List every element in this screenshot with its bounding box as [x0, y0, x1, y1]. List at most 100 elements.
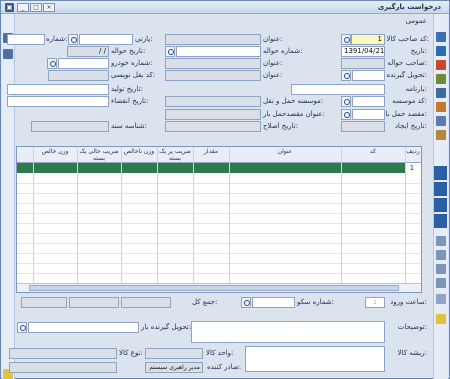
extra-readonly-field	[9, 362, 117, 373]
close-button[interactable]: ×	[43, 3, 55, 12]
new-record-icon[interactable]	[436, 32, 446, 42]
vahed-kala-label: واحد کالا:	[206, 349, 234, 357]
tarikh-ijad-label: تاریخ ایجاد:	[394, 122, 427, 130]
moasseseh-haml-field	[165, 96, 261, 107]
refresh-icon[interactable]	[436, 116, 446, 126]
items-grid[interactable]: ردیف کد عنوان مقدار ضریب پر یک بسته وزن …	[16, 146, 422, 293]
col-zarib-por[interactable]: ضریب پر یک بسته	[157, 148, 193, 162]
col-zarib-khali[interactable]: ضریب خالی یک بسته	[77, 148, 121, 162]
scrollbar-thumb[interactable]	[29, 285, 399, 291]
tarikh-tolid-field[interactable]	[7, 84, 109, 95]
maqsad-haml-lookup-icon[interactable]	[341, 109, 351, 120]
shomareh-khodro-field[interactable]	[58, 58, 109, 69]
col-meqdar[interactable]: مقدار	[193, 148, 229, 155]
settings-icon[interactable]	[436, 294, 446, 304]
code-baqal-nevisi-label: کد بقل نویسی:	[111, 71, 156, 79]
left-toolbar	[2, 14, 15, 379]
code-sahebkala-label: کد صاحب کالا:	[386, 35, 429, 43]
onvan3-field	[165, 70, 261, 81]
previous-record-icon[interactable]	[434, 182, 447, 196]
barnameh-label: بارنامه:	[405, 85, 427, 93]
tahvil-girandeh-lookup-icon[interactable]	[341, 70, 351, 81]
saat-vorood-label: ساعت ورود:	[390, 298, 427, 306]
tarikh-tolid-label: تاریخ تولید:	[111, 85, 143, 93]
tarikh-eslah-field	[165, 121, 261, 132]
onvan2-field	[165, 58, 261, 69]
shomareh-havaleh-lookup-icon[interactable]	[165, 46, 175, 57]
shomareh-khodro-label: شماره خودرو:	[111, 59, 153, 67]
onvan2-label: عنوان:	[263, 59, 283, 67]
request-window: ▣ _ □ × درخواست بارگیری عمومی کد صاحب کا…	[0, 0, 450, 379]
maqsad-haml-field[interactable]	[352, 109, 385, 120]
col-code[interactable]: کد	[341, 148, 405, 155]
grid-horizontal-scrollbar[interactable]	[17, 283, 421, 292]
right-toolbar	[433, 14, 448, 379]
tahvil-girandeh-bar-label: تحویل گیرنده بار:	[141, 323, 192, 331]
col-radif[interactable]: ردیف	[405, 148, 421, 155]
tozihat-textarea[interactable]	[191, 321, 385, 343]
window-title: درخواست بارگیری	[377, 3, 441, 11]
risheh-kala-label: ریشه کالا:	[397, 349, 427, 357]
shomareh-label: شماره:	[46, 35, 68, 43]
vahed-kala-field	[145, 348, 203, 359]
tahvil-girandeh-bar-lookup-icon[interactable]	[17, 322, 27, 333]
sader-konandeh-field: مدیر راهبری سیستم	[145, 362, 203, 373]
filter-icon[interactable]	[436, 278, 446, 288]
onvan-maqsad-field	[165, 109, 261, 120]
last-record-icon[interactable]	[434, 214, 447, 228]
selected-row[interactable]	[17, 163, 405, 173]
shomareh-sakoo-field[interactable]	[252, 297, 295, 308]
next-record-icon[interactable]	[434, 198, 447, 212]
col-onvan[interactable]: عنوان	[229, 148, 341, 155]
shomareh-havaleh-field[interactable]	[176, 46, 261, 57]
maximize-button[interactable]: □	[30, 3, 42, 12]
attach-icon[interactable]	[436, 102, 446, 112]
barnameh-field[interactable]	[291, 84, 385, 95]
report-icon[interactable]	[436, 130, 446, 140]
tarikh-field[interactable]: 1391/04/21	[341, 46, 385, 57]
code-sahebkala-field[interactable]: 1	[351, 34, 385, 45]
shenaseh-sanad-field	[31, 121, 109, 132]
print-icon[interactable]	[436, 74, 446, 84]
code-moasseseh-field[interactable]	[352, 96, 385, 107]
row-number: 1	[407, 164, 417, 172]
risheh-kala-tree[interactable]	[245, 346, 385, 372]
shomareh-havaleh-label: شماره حواله:	[263, 47, 303, 55]
parti-lookup-icon[interactable]	[68, 34, 78, 45]
copy-icon[interactable]	[436, 236, 446, 246]
shomareh-sakoo-label: شماره سکو:	[297, 298, 335, 306]
delete-icon[interactable]	[436, 60, 446, 70]
tarikh-label: تاریخ:	[410, 47, 427, 55]
tahvil-girandeh-bar-field[interactable]	[28, 322, 139, 333]
save-icon[interactable]	[436, 46, 446, 56]
paste-icon[interactable]	[436, 250, 446, 260]
note-icon[interactable]	[436, 314, 446, 324]
code-baqal-nevisi-field	[48, 70, 109, 81]
jam-kol-label: جمع کل:	[192, 298, 218, 306]
shomareh-sakoo-lookup-icon[interactable]	[241, 297, 251, 308]
edit-icon[interactable]	[3, 49, 13, 59]
minimize-button[interactable]: _	[17, 3, 29, 12]
cut-icon[interactable]	[436, 264, 446, 274]
shomareh-khodro-lookup-icon[interactable]	[47, 58, 57, 69]
search-icon[interactable]	[436, 88, 446, 98]
shenaseh-sanad-label: شناسه سند:	[111, 122, 147, 130]
tahvil-girandeh-field[interactable]	[352, 70, 385, 81]
tarikh-havaleh-field: / /	[67, 46, 109, 57]
maqsad-haml-label: مقصد حمل بار:	[382, 110, 427, 118]
saheb-havaleh-field	[341, 58, 385, 69]
no-kala-label: نوع کالا:	[119, 349, 143, 357]
col-vazn-naxales[interactable]: وزن ناخالص	[121, 148, 157, 155]
moasseseh-haml-label: موسسه حمل و نقل:	[263, 97, 324, 105]
parti-field[interactable]	[79, 34, 133, 45]
col-vazn-khales[interactable]: وزن خالص	[33, 148, 77, 155]
title-bar: ▣ _ □ × درخواست بارگیری	[1, 1, 449, 14]
first-record-icon[interactable]	[434, 166, 447, 180]
code-sahebkala-lookup-icon[interactable]	[341, 34, 351, 45]
shomareh-field[interactable]	[7, 34, 45, 45]
saat-vorood-field[interactable]: :	[365, 297, 385, 308]
onvan3-label: عنوان:	[263, 71, 283, 79]
tarikh-enqeza-label: تاریخ انقضاء:	[111, 97, 149, 105]
tarikh-enqeza-field[interactable]	[7, 96, 109, 107]
code-moasseseh-lookup-icon[interactable]	[341, 96, 351, 107]
